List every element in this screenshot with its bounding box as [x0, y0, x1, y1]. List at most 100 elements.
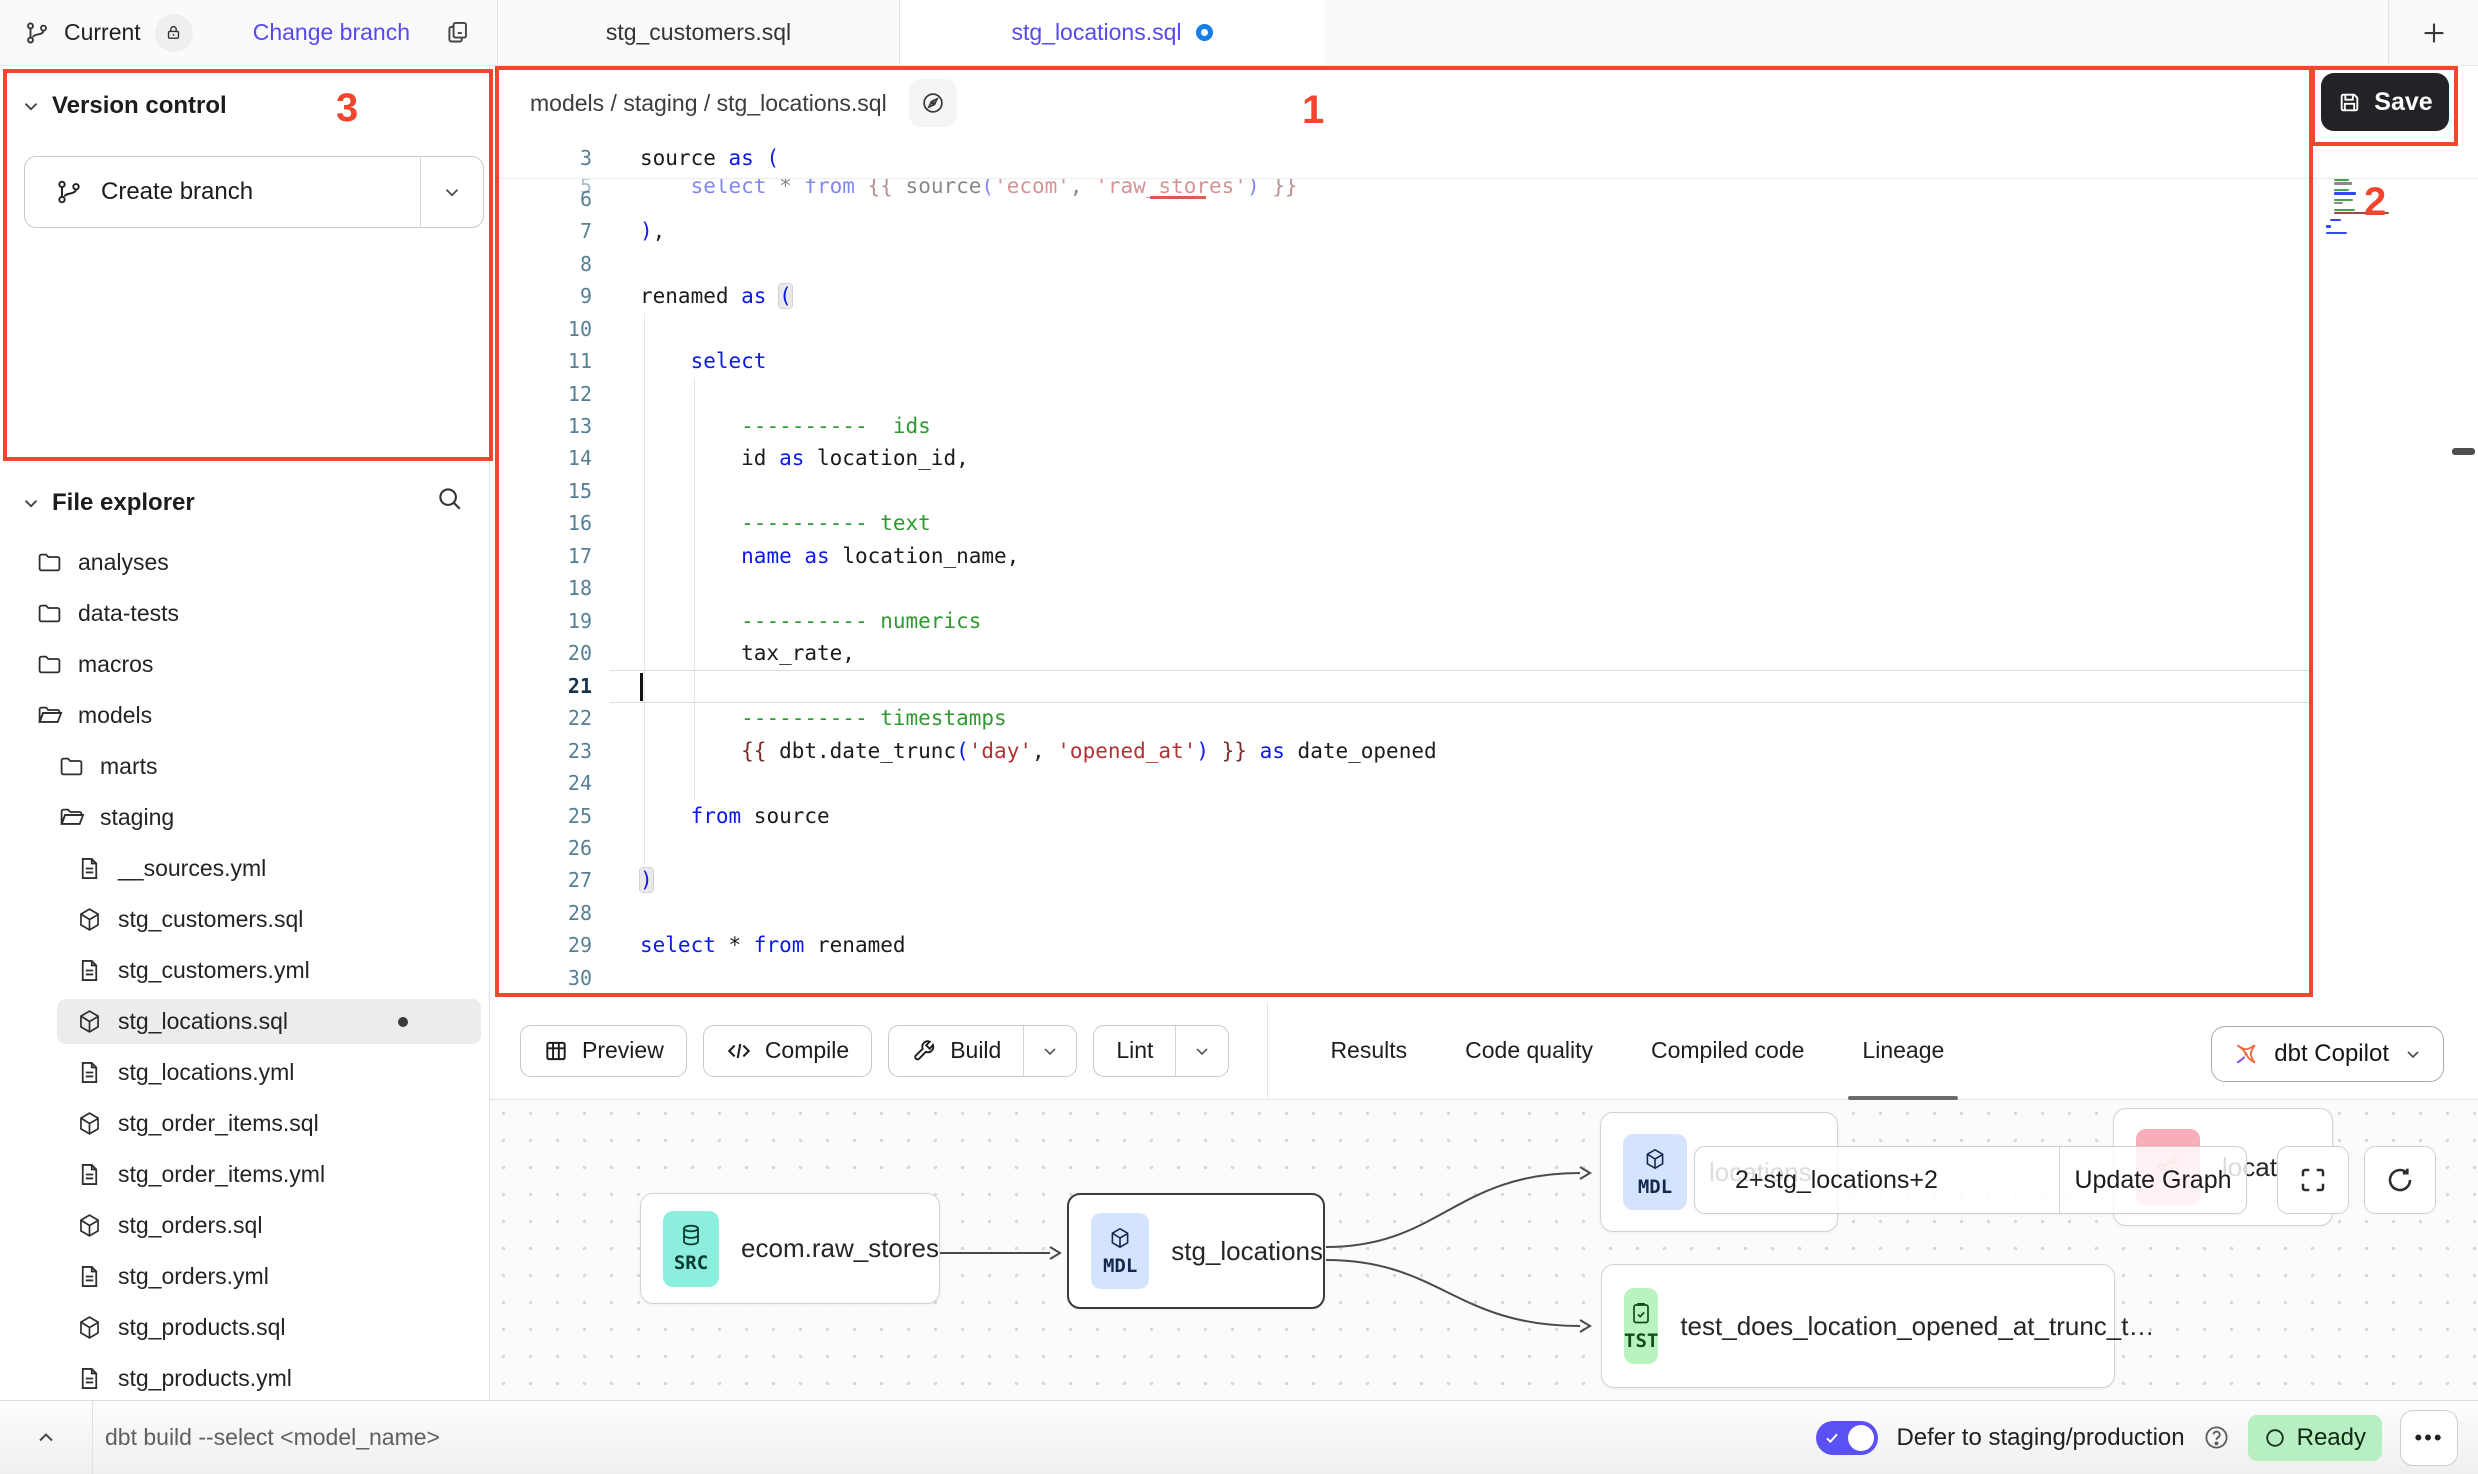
lint-dropdown[interactable] [1175, 1026, 1228, 1076]
file-explorer-title: File explorer [52, 489, 195, 517]
lineage-node-test[interactable]: TST test_does_location_opened_at_trunc_t… [1601, 1264, 2115, 1388]
tree-file-stg_products.yml[interactable]: stg_products.yml [0, 1353, 489, 1404]
code-token: as [1260, 739, 1285, 763]
current-branch-label: Current [64, 19, 141, 46]
tree-file-stg_order_items.yml[interactable]: stg_order_items.yml [0, 1149, 489, 1200]
code-line-3: 3source as ( [490, 142, 2478, 175]
tree-file-stg_order_items.sql[interactable]: stg_order_items.sql [0, 1098, 489, 1149]
line-number: 30 [530, 962, 592, 995]
create-branch-button[interactable]: Create branch [24, 156, 484, 228]
tree-folder-staging[interactable]: staging [0, 792, 489, 843]
code-token: }} [1209, 739, 1247, 763]
file-explorer-header[interactable]: File explorer [0, 480, 489, 526]
code-text: renamed as ( [640, 280, 792, 313]
update-graph-button[interactable]: Update Graph [2059, 1147, 2246, 1213]
code-token: select [691, 349, 767, 373]
results-tabs: Results Code quality Compiled code Linea… [1330, 1002, 1944, 1100]
refresh-button[interactable] [2364, 1146, 2436, 1214]
create-branch-main[interactable]: Create branch [25, 157, 420, 227]
code-icon [726, 1038, 752, 1064]
code-line-13: 13 ---------- ids [490, 410, 2478, 443]
code-token: * [716, 933, 754, 957]
editor-scrollbar-thumb[interactable] [2452, 448, 2475, 455]
minimap-line [2334, 192, 2356, 194]
code-token [640, 804, 691, 828]
tree-file-stg_products.sql[interactable]: stg_products.sql [0, 1302, 489, 1353]
code-token: renamed [640, 284, 741, 308]
tree-folder-analyses[interactable]: analyses [0, 537, 489, 588]
code-line-21: 21 [490, 670, 2478, 703]
minimap-line [2330, 219, 2341, 221]
node-label: ecom.raw_stores [741, 1233, 939, 1264]
build-dropdown[interactable] [1023, 1026, 1076, 1076]
code-text: ---------- text [640, 507, 931, 540]
action-toolbar: Preview Compile Build Lint [490, 1002, 2478, 1100]
file-search-icon[interactable] [435, 484, 465, 514]
tree-folder-marts[interactable]: marts [0, 741, 489, 792]
change-branch-link[interactable]: Change branch [253, 19, 410, 46]
folder-open-icon [58, 804, 85, 831]
check-icon [1824, 1430, 1840, 1446]
tree-file-stg_customers.sql[interactable]: stg_customers.sql [0, 894, 489, 945]
version-control-header[interactable]: Version control [0, 92, 227, 120]
more-options-button[interactable]: ••• [2400, 1410, 2458, 1466]
save-button[interactable]: Save [2321, 73, 2449, 131]
circle-icon [2264, 1427, 2286, 1449]
tab-results[interactable]: Results [1330, 1002, 1407, 1100]
tree-file-stg_orders.yml[interactable]: stg_orders.yml [0, 1251, 489, 1302]
defer-toggle[interactable] [1816, 1421, 1878, 1455]
file-label: data-tests [78, 600, 179, 627]
status-bar: Defer to staging/production Ready ••• [0, 1400, 2478, 1474]
folder-icon [36, 600, 63, 627]
tab-code-quality[interactable]: Code quality [1465, 1002, 1593, 1100]
line-number: 15 [530, 475, 592, 508]
command-input[interactable] [93, 1400, 1816, 1474]
help-icon[interactable] [2203, 1424, 2230, 1451]
defer-label: Defer to staging/production [1896, 1424, 2184, 1452]
code-token: {{ [741, 739, 779, 763]
tree-file-stg_customers.yml[interactable]: stg_customers.yml [0, 945, 489, 996]
lineage-selector-input[interactable] [1695, 1147, 2059, 1213]
tree-folder-models[interactable]: models [0, 690, 489, 741]
code-token: ---------- text [741, 511, 931, 535]
file-label: models [78, 702, 152, 729]
tree-file-__sources.yml[interactable]: __sources.yml [0, 843, 489, 894]
lineage-node-source[interactable]: SRC ecom.raw_stores [640, 1193, 940, 1304]
line-number: 17 [530, 540, 592, 573]
code-line-9: 9renamed as ( [490, 280, 2478, 313]
compile-button[interactable]: Compile [703, 1025, 872, 1077]
chevron-down-icon [20, 492, 42, 514]
code-token: ---------- timestamps [741, 706, 1007, 730]
tab-lineage[interactable]: Lineage [1862, 1002, 1944, 1100]
code-token: ( [956, 739, 969, 763]
preview-button[interactable]: Preview [520, 1025, 687, 1077]
git-branch-icon [55, 178, 83, 206]
badge-label: MDL [1103, 1255, 1137, 1277]
lineage-node-stg-locations[interactable]: MDL stg_locations [1067, 1193, 1325, 1309]
breadcrumb[interactable]: models / staging / stg_locations.sql [530, 90, 887, 117]
tree-folder-macros[interactable]: macros [0, 639, 489, 690]
tree-file-stg_locations.yml[interactable]: stg_locations.yml [0, 1047, 489, 1098]
refresh-icon [2384, 1164, 2416, 1196]
model-icon [76, 1314, 103, 1341]
copilot-compass-button[interactable] [909, 79, 957, 127]
fullscreen-button[interactable] [2277, 1146, 2349, 1214]
tab-stg-locations-sql[interactable]: stg_locations.sql [900, 0, 1324, 65]
code-editor[interactable]: models / staging / stg_locations.sql 5 s… [490, 66, 2478, 1002]
copy-branch-icon[interactable] [444, 19, 471, 46]
tree-folder-data-tests[interactable]: data-tests [0, 588, 489, 639]
dbt-copilot-button[interactable]: dbt Copilot [2211, 1026, 2444, 1082]
tree-file-stg_locations.sql[interactable]: stg_locations.sql [0, 996, 489, 1047]
build-button[interactable]: Build [888, 1025, 1077, 1077]
create-branch-dropdown[interactable] [420, 157, 483, 227]
lint-button[interactable]: Lint [1093, 1025, 1229, 1077]
tab-stg-customers-sql[interactable]: stg_customers.sql [497, 0, 900, 65]
code-line-30: 30 [490, 962, 2478, 995]
tree-file-stg_orders.sql[interactable]: stg_orders.sql [0, 1200, 489, 1251]
lineage-canvas[interactable]: SRC ecom.raw_stores MDL stg_locations MD… [490, 1100, 2478, 1400]
minimap-line [2334, 209, 2355, 211]
model-icon [76, 1212, 103, 1239]
command-bar-collapse[interactable] [0, 1401, 93, 1474]
new-tab-button[interactable] [2388, 0, 2478, 65]
tab-compiled-code[interactable]: Compiled code [1651, 1002, 1804, 1100]
